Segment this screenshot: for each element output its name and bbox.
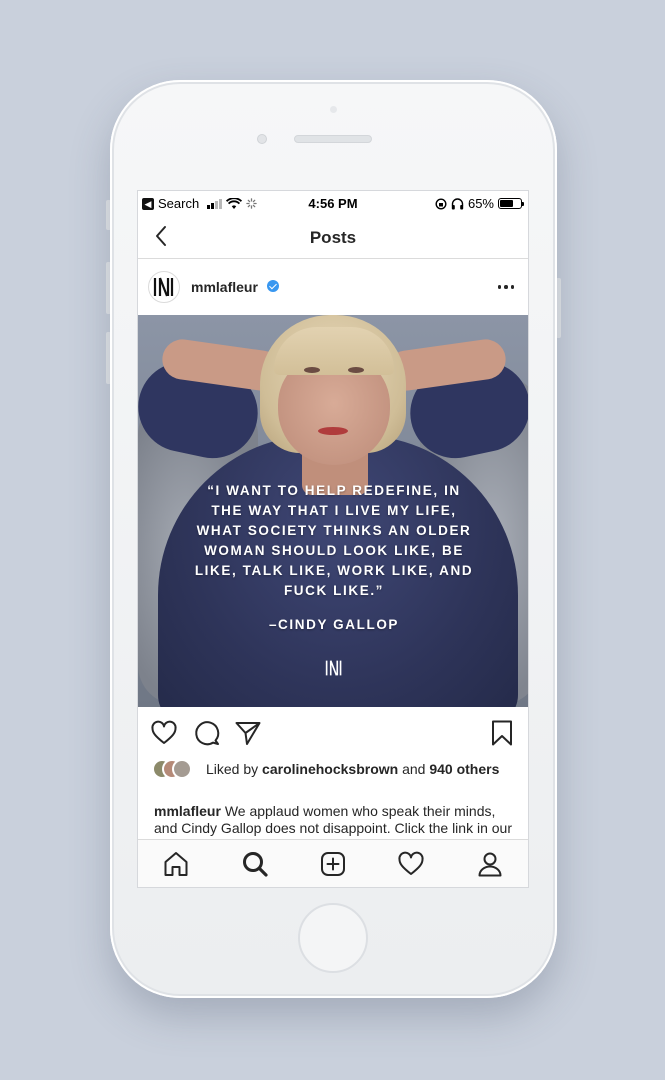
battery-icon	[498, 198, 524, 209]
orientation-lock-icon	[435, 197, 447, 210]
liker-avatar	[172, 759, 192, 779]
verified-badge-icon	[267, 280, 279, 292]
more-dots-icon[interactable]	[497, 285, 514, 289]
post-header: mmlafleur	[138, 259, 528, 315]
likes-row[interactable]: Liked by carolinehocksbrown and 940 othe…	[138, 759, 528, 795]
status-bar: ◀ Search 4:56 PM 65%	[138, 191, 528, 215]
liked-middle: and	[402, 761, 426, 777]
activity-heart-icon[interactable]	[397, 850, 425, 878]
image-quote: “I WANT TO HELP REDEFINE, IN THE WAY THA…	[194, 483, 474, 598]
navigation-bar: Posts	[138, 215, 528, 259]
send-icon[interactable]	[234, 719, 262, 747]
headphones-icon	[451, 197, 464, 209]
caption-username[interactable]: mmlafleur	[154, 803, 221, 819]
liked-prefix: Liked by	[206, 761, 259, 777]
brand-logo-icon	[153, 277, 174, 297]
battery-percent: 65%	[467, 196, 494, 211]
front-camera	[257, 134, 267, 144]
add-post-icon[interactable]	[319, 850, 347, 878]
image-lips	[318, 427, 348, 435]
post-username[interactable]: mmlafleur	[191, 279, 258, 295]
image-bangs	[274, 327, 394, 375]
battery-fill	[500, 200, 513, 207]
page-title: Posts	[309, 228, 357, 247]
liked-suffix[interactable]: others	[457, 761, 500, 777]
image-eye-left	[304, 367, 320, 373]
post-actions	[138, 707, 528, 759]
avatar[interactable]	[148, 271, 180, 303]
proximity-sensor	[330, 106, 337, 113]
tab-bar	[138, 839, 528, 887]
liked-by-text: Liked by carolinehocksbrown and 940 othe…	[206, 761, 506, 778]
brand-logo-watermark-icon	[325, 660, 342, 676]
home-button[interactable]	[298, 903, 368, 973]
phone-screen: ◀ Search 4:56 PM 65% Posts mmlafleur “I …	[137, 190, 529, 888]
liked-user[interactable]: carolinehocksbrown	[262, 761, 398, 777]
post-image[interactable]: “I WANT TO HELP REDEFINE, IN THE WAY THA…	[138, 315, 528, 707]
search-icon[interactable]	[241, 850, 269, 878]
heart-icon[interactable]	[150, 719, 178, 747]
status-bar-right: 65%	[435, 196, 524, 211]
bookmark-icon[interactable]	[488, 719, 516, 747]
image-attribution: –CINDY GALLOP	[268, 617, 400, 632]
earpiece-speaker	[294, 135, 372, 143]
liked-count[interactable]: 940	[429, 761, 452, 777]
comment-icon[interactable]	[193, 719, 221, 747]
profile-icon[interactable]	[476, 850, 504, 878]
home-icon[interactable]	[162, 850, 190, 878]
image-eye-right	[348, 367, 364, 373]
